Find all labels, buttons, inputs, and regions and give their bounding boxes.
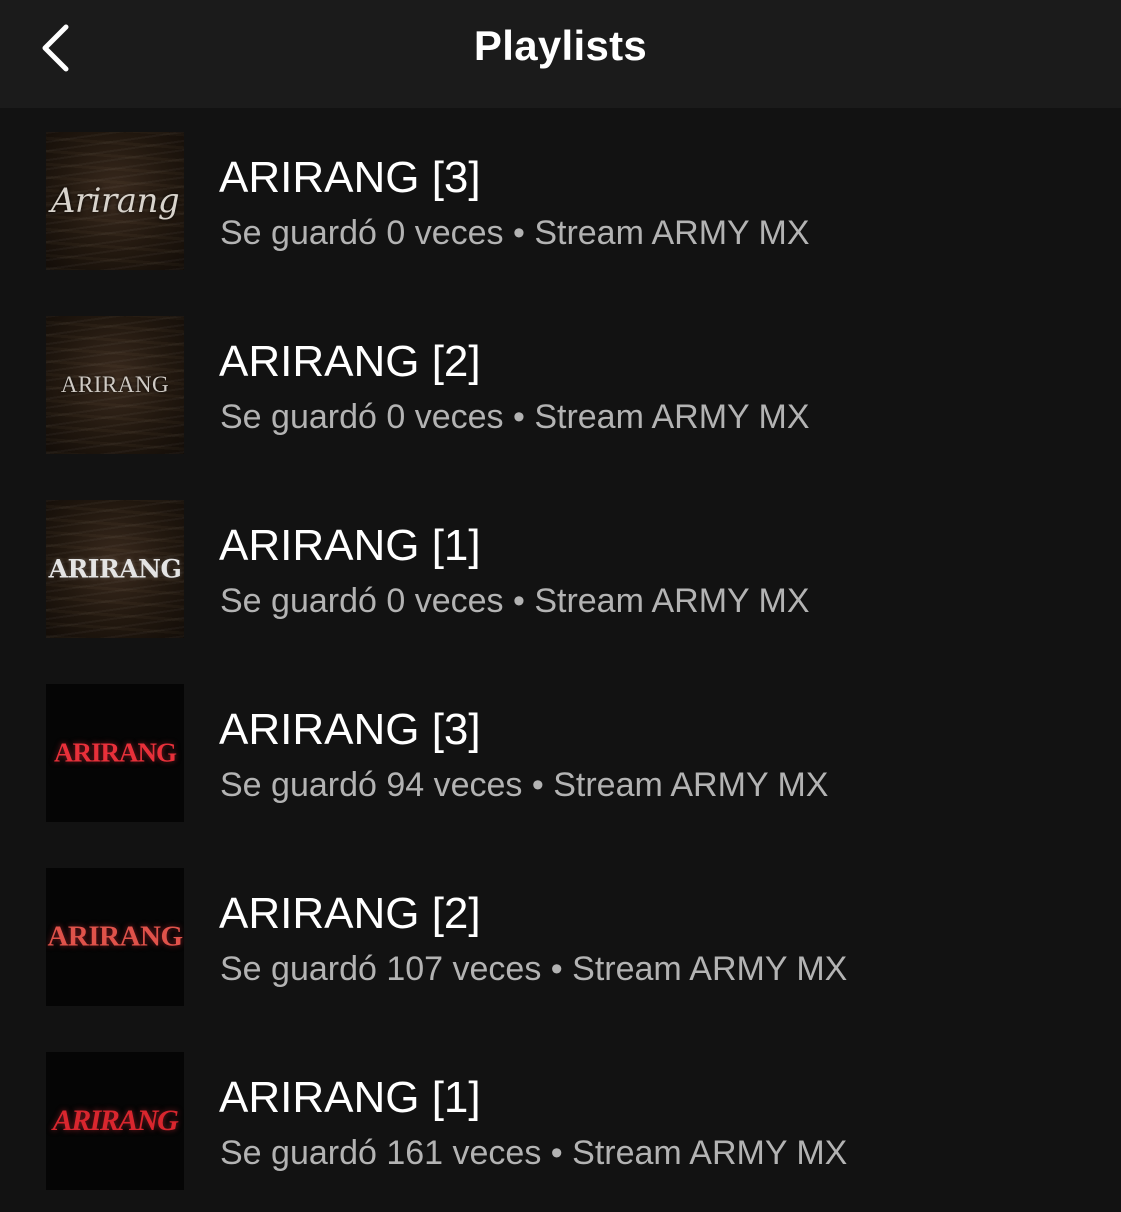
cover-logo-text: ARIRANG (60, 372, 170, 397)
cover-logo-text: ARIRANG (48, 554, 182, 584)
playlist-cover: ARIRANG (46, 500, 184, 638)
playlist-subtitle: Se guardó 0 veces • Stream ARMY MX (220, 214, 810, 252)
playlist-subtitle: Se guardó 94 veces • Stream ARMY MX (220, 766, 829, 804)
playlist-subtitle: Se guardó 0 veces • Stream ARMY MX (220, 398, 810, 436)
playlist-subtitle: Se guardó 107 veces • Stream ARMY MX (220, 950, 848, 988)
playlist-cover: Arirang (46, 132, 184, 270)
playlist-list: Arirang ARIRANG [3] Se guardó 0 veces • … (0, 108, 1121, 1212)
playlist-cover: ARIRANG (46, 1052, 184, 1190)
top-bar: Playlists (0, 0, 1121, 108)
playlist-cover: ARIRANG (46, 684, 184, 822)
playlist-subtitle: Se guardó 161 veces • Stream ARMY MX (220, 1134, 848, 1172)
cover-logo-text: ARIRANG (47, 920, 183, 953)
playlist-title: ARIRANG [3] (219, 153, 481, 202)
playlist-title: ARIRANG [2] (219, 889, 481, 938)
playlist-title: ARIRANG [2] (219, 337, 481, 386)
cover-logo-text: ARIRANG (53, 737, 177, 768)
playlist-title: ARIRANG [1] (219, 1073, 481, 1122)
playlist-row[interactable]: ARIRANG ARIRANG [2] Se guardó 107 veces … (0, 844, 1121, 1028)
playlist-row[interactable]: ARIRANG ARIRANG [2] Se guardó 0 veces • … (0, 292, 1121, 476)
playlist-cover: ARIRANG (46, 316, 184, 454)
playlist-subtitle: Se guardó 0 veces • Stream ARMY MX (220, 582, 810, 620)
playlist-title: ARIRANG [3] (219, 705, 481, 754)
playlist-title: ARIRANG [1] (219, 521, 481, 570)
cover-logo-text: Arirang (50, 181, 180, 221)
playlist-row[interactable]: ARIRANG ARIRANG [3] Se guardó 94 veces •… (0, 660, 1121, 844)
cover-logo-text: ARIRANG (52, 1104, 179, 1137)
playlist-row[interactable]: ARIRANG ARIRANG [1] Se guardó 161 veces … (0, 1028, 1121, 1212)
playlist-row[interactable]: Arirang ARIRANG [3] Se guardó 0 veces • … (0, 108, 1121, 292)
playlist-cover: ARIRANG (46, 868, 184, 1006)
playlist-row[interactable]: ARIRANG ARIRANG [1] Se guardó 0 veces • … (0, 476, 1121, 660)
page-title: Playlists (473, 22, 648, 69)
